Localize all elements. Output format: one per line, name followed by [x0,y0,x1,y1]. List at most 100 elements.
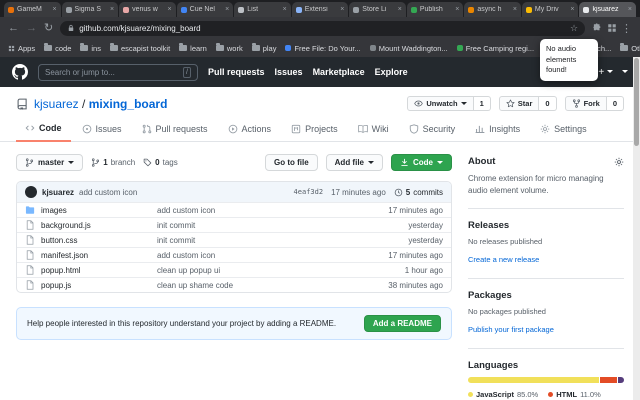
nav-marketplace[interactable]: Marketplace [313,67,365,77]
file-name-link[interactable]: images [41,206,151,215]
unwatch-button[interactable]: Unwatch [407,96,473,111]
search-input[interactable]: Search or jump to... / [38,64,198,81]
releases-title[interactable]: Releases [468,220,624,231]
file-name-link[interactable]: popup.html [41,266,151,275]
file-commit-message[interactable]: init commit [157,221,365,230]
star-count[interactable]: 0 [539,96,556,111]
repo-name-link[interactable]: mixing_board [89,97,168,111]
star-button[interactable]: Star [499,96,540,111]
file-row[interactable]: popup.htmlclean up popup ui1 hour ago [17,262,451,277]
forward-button[interactable]: → [26,23,37,34]
commit-sha-link[interactable]: 4eaf3d2 [294,188,324,196]
bookmark-star-icon[interactable]: ☆ [570,23,578,34]
tab-projects[interactable]: Projects [282,117,347,141]
commit-message-link[interactable]: add custom icon [79,188,137,197]
create-release-link[interactable]: Create a new release [468,255,539,264]
file-name-link[interactable]: background.js [41,221,151,230]
tab-close-icon[interactable]: × [628,6,632,13]
add-readme-button[interactable]: Add a README [364,315,441,332]
file-commit-message[interactable]: clean up popup ui [157,266,365,275]
browser-tab[interactable]: Cue Nel× [177,2,234,17]
github-logo[interactable] [12,64,28,80]
browser-tab-active[interactable]: kjsuarez× [579,2,636,17]
tab-close-icon[interactable]: × [398,6,402,13]
gear-icon[interactable] [614,157,624,167]
branches-link[interactable]: 1branch [91,158,135,167]
browser-tab[interactable]: Publish× [407,2,464,17]
browser-tab[interactable]: My Driv× [522,2,579,17]
file-row[interactable]: button.cssinit commityesterday [17,232,451,247]
tab-security[interactable]: Security [400,117,465,141]
tags-link[interactable]: 0tags [143,158,178,167]
nav-explore[interactable]: Explore [375,67,408,77]
browser-tab[interactable]: venus w× [119,2,176,17]
back-button[interactable]: ← [8,23,19,34]
extension-icon[interactable] [607,23,617,33]
file-commit-message[interactable]: add custom icon [157,251,365,260]
extension-puzzle-icon[interactable] [592,23,602,33]
url-bar[interactable]: github.com/kjsuarez/mixing_board ☆ [60,21,585,36]
tab-close-icon[interactable]: × [283,6,287,13]
language-legend-item[interactable]: HTML11.0% [548,390,601,399]
file-row[interactable]: imagesadd custom icon17 minutes ago [17,202,451,217]
browser-tab[interactable]: GameM× [4,2,61,17]
tab-settings[interactable]: Settings [531,117,596,141]
tab-close-icon[interactable]: × [52,6,56,13]
file-row[interactable]: popup.jsclean up shame code38 minutes ag… [17,277,451,292]
branch-selector[interactable]: master [16,154,83,171]
fork-count[interactable]: 0 [607,96,624,111]
bookmark-item[interactable]: escapist toolkit [110,44,170,53]
nav-pull-requests[interactable]: Pull requests [208,67,265,77]
bookmark-item-apps[interactable]: Apps [8,44,35,53]
file-name-link[interactable]: popup.js [41,281,151,290]
tab-pull-requests[interactable]: Pull requests [133,117,217,141]
bookmark-item[interactable]: ins [80,44,101,53]
fork-button[interactable]: Fork [565,96,607,111]
bookmark-item[interactable]: learn [179,44,207,53]
watch-count[interactable]: 1 [474,96,491,111]
scrollbar-thumb[interactable] [634,58,639,146]
tab-actions[interactable]: Actions [219,117,281,141]
file-name-link[interactable]: manifest.json [41,251,151,260]
nav-issues[interactable]: Issues [275,67,303,77]
commit-history-link[interactable]: 5commits [394,188,443,197]
commit-author-avatar[interactable] [25,186,37,198]
user-avatar[interactable] [622,67,628,78]
language-legend-item[interactable]: JavaScript85.0% [468,390,538,399]
bookmark-item[interactable]: play [252,44,277,53]
tab-code[interactable]: Code [16,117,71,142]
create-new-button[interactable]: + [598,67,613,78]
browser-tab[interactable]: Extensi× [292,2,349,17]
code-button[interactable]: Code [391,154,452,171]
file-commit-message[interactable]: clean up shame code [157,281,365,290]
go-to-file-button[interactable]: Go to file [265,154,318,171]
publish-package-link[interactable]: Publish your first package [468,325,554,334]
browser-tab[interactable]: List× [234,2,291,17]
tab-insights[interactable]: Insights [466,117,529,141]
packages-title[interactable]: Packages [468,290,624,301]
commit-author-link[interactable]: kjsuarez [42,188,74,197]
tab-issues[interactable]: Issues [73,117,131,141]
url-text[interactable]: github.com/kjsuarez/mixing_board [79,24,566,33]
scrollbar[interactable] [633,57,640,400]
repo-owner-link[interactable]: kjsuarez [34,97,79,111]
file-commit-message[interactable]: add custom icon [157,206,365,215]
tab-close-icon[interactable]: × [455,6,459,13]
browser-menu-icon[interactable]: ⋮ [621,23,632,35]
tab-close-icon[interactable]: × [570,6,574,13]
tab-close-icon[interactable]: × [513,6,517,13]
bookmark-item[interactable]: Oth... [620,44,640,53]
bookmark-item[interactable]: Mount Waddington... [370,44,448,53]
bookmark-item[interactable]: Free Camping regi... [457,44,534,53]
tab-close-icon[interactable]: × [340,6,344,13]
reload-button[interactable]: ↻ [44,23,53,34]
file-commit-message[interactable]: init commit [157,236,365,245]
browser-tab[interactable]: Sigma S× [62,2,119,17]
bookmark-item[interactable]: work [216,44,243,53]
bookmark-item[interactable]: code [44,44,71,53]
browser-tab[interactable]: async h× [464,2,521,17]
tab-wiki[interactable]: Wiki [349,117,398,141]
file-row[interactable]: manifest.jsonadd custom icon17 minutes a… [17,247,451,262]
add-file-button[interactable]: Add file [326,154,383,171]
tab-close-icon[interactable]: × [225,6,229,13]
